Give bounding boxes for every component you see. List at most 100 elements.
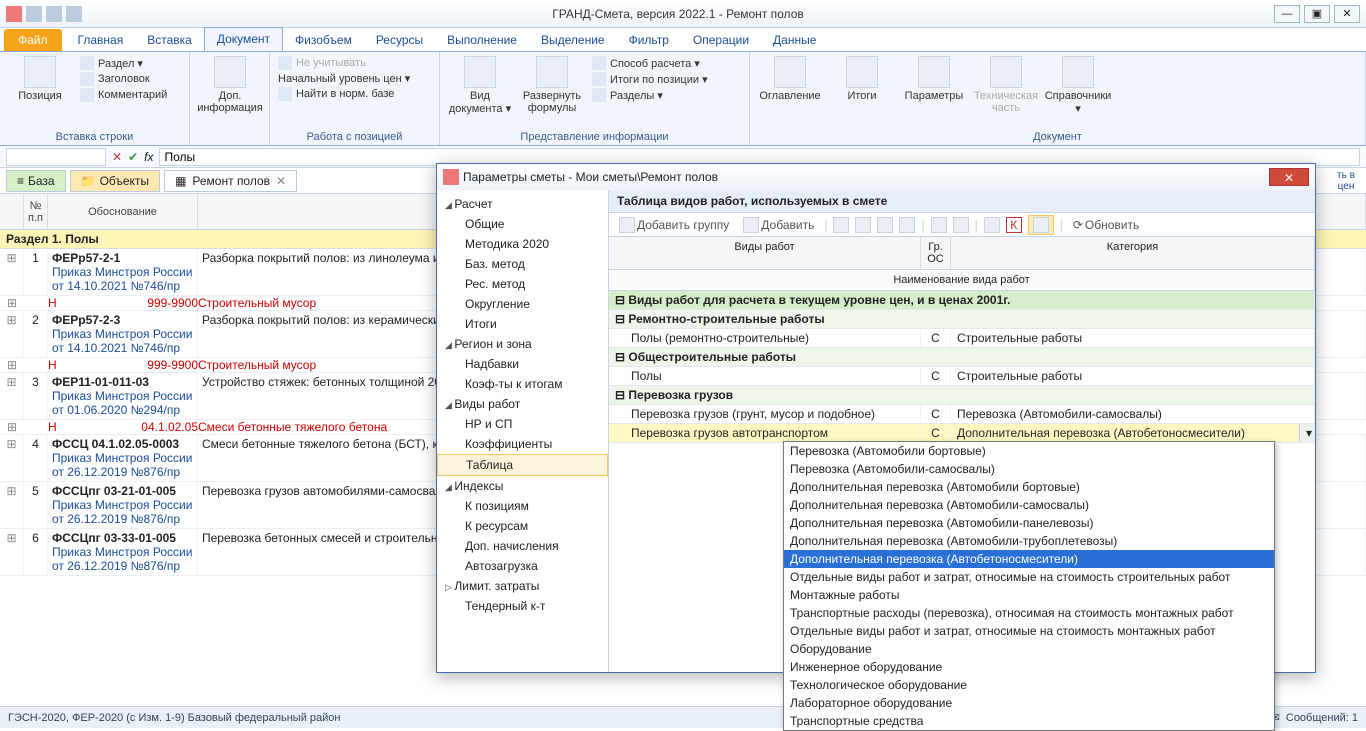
totals-button[interactable]: Итоги — [830, 56, 894, 102]
price-level-menu[interactable]: Начальный уровень цен ▾ — [278, 72, 410, 85]
delete-icon[interactable] — [899, 217, 915, 233]
add-button[interactable]: Добавить — [739, 216, 818, 234]
dropdown-item[interactable]: Перевозка (Автомобили бортовые) — [784, 442, 1274, 460]
work-group-row[interactable]: ⊟ Перевозка грузов — [609, 386, 1315, 405]
tree-item[interactable]: К ресурсам — [437, 516, 608, 536]
tab-document[interactable]: Документ — [204, 27, 283, 51]
tree-item[interactable]: НР и СП — [437, 414, 608, 434]
minimize-button[interactable]: ― — [1274, 5, 1300, 23]
copy-icon[interactable] — [855, 217, 871, 233]
tree-item[interactable]: Таблица — [437, 454, 608, 476]
dropdown-item[interactable]: Транспортные расходы (перевозка), относи… — [784, 604, 1274, 622]
work-group-row[interactable]: ⊟ Общестроительные работы — [609, 348, 1315, 367]
cell-ref[interactable] — [6, 148, 106, 166]
addinfo-button[interactable]: Доп. информация — [198, 56, 262, 114]
refs-menu[interactable]: Справочники ▾ — [1046, 56, 1110, 115]
tree-item[interactable]: Автозагрузка — [437, 556, 608, 576]
work-row[interactable]: Полы (ремонтно-строительные)ССтроительны… — [609, 329, 1315, 348]
tab-operations[interactable]: Операции — [681, 29, 761, 51]
tree-item[interactable]: Округление — [437, 294, 608, 314]
k-icon[interactable]: К — [1006, 217, 1022, 233]
tree-item[interactable]: Регион и зона — [437, 334, 608, 354]
dropdown-item[interactable]: Инженерное оборудование — [784, 658, 1274, 676]
dropdown-item[interactable]: Транспортные средства — [784, 712, 1274, 730]
calc-method-menu[interactable]: Способ расчета ▾ — [592, 56, 708, 70]
tree-item[interactable]: Общие — [437, 214, 608, 234]
expand-formulas-button[interactable]: Развернуть формулы — [520, 56, 584, 114]
tree-item[interactable]: Рес. метод — [437, 274, 608, 294]
refresh-button[interactable]: ⟳Обновить — [1069, 217, 1143, 233]
comment-button[interactable]: Комментарий — [80, 88, 167, 102]
dropdown-item[interactable]: Перевозка (Автомобили-самосвалы) — [784, 460, 1274, 478]
tree-item[interactable]: Итоги — [437, 314, 608, 334]
accept-icon[interactable]: ✔ — [128, 150, 138, 164]
tech-part-button[interactable]: Техническая часть — [974, 56, 1038, 114]
sections-menu[interactable]: Разделы ▾ — [592, 88, 708, 102]
tab-filter[interactable]: Фильтр — [617, 29, 681, 51]
highlight-toggle[interactable] — [1028, 215, 1054, 235]
tab-execution[interactable]: Выполнение — [435, 29, 529, 51]
work-group-row[interactable]: ⊟ Ремонтно-строительные работы — [609, 310, 1315, 329]
undo-icon[interactable] — [46, 6, 62, 22]
down-icon[interactable] — [953, 217, 969, 233]
tab-selection[interactable]: Выделение — [529, 29, 617, 51]
close-tab-icon[interactable]: ✕ — [276, 174, 286, 188]
dropdown-item[interactable]: Дополнительная перевозка (Автомобили бор… — [784, 478, 1274, 496]
dropdown-item[interactable]: Дополнительная перевозка (Автобетоносмес… — [784, 550, 1274, 568]
tree-item[interactable]: Расчет — [437, 194, 608, 214]
tab-resources[interactable]: Ресурсы — [364, 29, 435, 51]
position-totals-menu[interactable]: Итоги по позиции ▾ — [592, 72, 708, 86]
tab-data[interactable]: Данные — [761, 29, 828, 51]
doc-view-menu[interactable]: Вид документа ▾ — [448, 56, 512, 115]
dropdown-item[interactable]: Дополнительная перевозка (Автомобили-тру… — [784, 532, 1274, 550]
cancel-icon[interactable]: ✕ — [112, 150, 122, 164]
tree-item[interactable]: Баз. метод — [437, 254, 608, 274]
tree[interactable]: РасчетОбщиеМетодика 2020Баз. методРес. м… — [437, 190, 609, 672]
tab-insert[interactable]: Вставка — [135, 29, 204, 51]
dropdown-item[interactable]: Технологическое оборудование — [784, 676, 1274, 694]
params-button[interactable]: Параметры — [902, 56, 966, 102]
tab-main[interactable]: Главная — [66, 29, 136, 51]
tree-item[interactable]: К позициям — [437, 496, 608, 516]
save-icon[interactable] — [26, 6, 42, 22]
close-button[interactable]: ✕ — [1334, 5, 1360, 23]
dropdown-item[interactable]: Лабораторное оборудование — [784, 694, 1274, 712]
dropdown-item[interactable]: Отдельные виды работ и затрат, относимые… — [784, 568, 1274, 586]
tree-item[interactable]: Доп. начисления — [437, 536, 608, 556]
dropdown-item[interactable]: Монтажные работы — [784, 586, 1274, 604]
tree-item[interactable]: Тендерный к-т — [437, 596, 608, 616]
tab-physvol[interactable]: Физобъем — [283, 29, 364, 51]
add-group-button[interactable]: Добавить группу — [615, 216, 733, 234]
tree-item[interactable]: Надбавки — [437, 354, 608, 374]
redo-icon[interactable] — [66, 6, 82, 22]
tree-item[interactable]: Коэффициенты — [437, 434, 608, 454]
dropdown-item[interactable]: Дополнительная перевозка (Автомобили-пан… — [784, 514, 1274, 532]
toc-button[interactable]: Оглавление — [758, 56, 822, 102]
header-button[interactable]: Заголовок — [80, 72, 167, 86]
category-dropdown[interactable]: Перевозка (Автомобили бортовые)Перевозка… — [783, 441, 1275, 731]
ignore-button[interactable]: Не учитывать — [278, 56, 410, 70]
work-row[interactable]: Перевозка грузов (грунт, мусор и подобно… — [609, 405, 1315, 424]
dropdown-item[interactable]: Дополнительная перевозка (Автомобили-сам… — [784, 496, 1274, 514]
find-norm-button[interactable]: Найти в норм. базе — [278, 87, 410, 101]
tree-item[interactable]: Индексы — [437, 476, 608, 496]
paste-icon[interactable] — [877, 217, 893, 233]
dropdown-item[interactable]: Оборудование — [784, 640, 1274, 658]
tab-file[interactable]: Файл — [4, 29, 62, 51]
check-icon[interactable] — [984, 217, 1000, 233]
section-row[interactable]: ⊟ Виды работ для расчета в текущем уровн… — [609, 291, 1315, 310]
dropdown-item[interactable]: Отдельные виды работ и затрат, относимые… — [784, 622, 1274, 640]
section-menu[interactable]: Раздел ▾ — [80, 56, 167, 70]
base-button[interactable]: ≡База — [6, 170, 66, 192]
tree-item[interactable]: Виды работ — [437, 394, 608, 414]
work-row[interactable]: ПолыССтроительные работы — [609, 367, 1315, 386]
dialog-close-button[interactable]: ✕ — [1269, 168, 1309, 186]
tree-item[interactable]: Коэф-ты к итогам — [437, 374, 608, 394]
position-button[interactable]: Позиция — [8, 56, 72, 102]
doc-tab[interactable]: ▦Ремонт полов✕ — [164, 170, 297, 192]
up-icon[interactable] — [931, 217, 947, 233]
tree-item[interactable]: Лимит. затраты — [437, 576, 608, 596]
dropdown-arrow-icon[interactable]: ▾ — [1299, 424, 1315, 442]
maximize-button[interactable]: ▣ — [1304, 5, 1330, 23]
tree-item[interactable]: Методика 2020 — [437, 234, 608, 254]
